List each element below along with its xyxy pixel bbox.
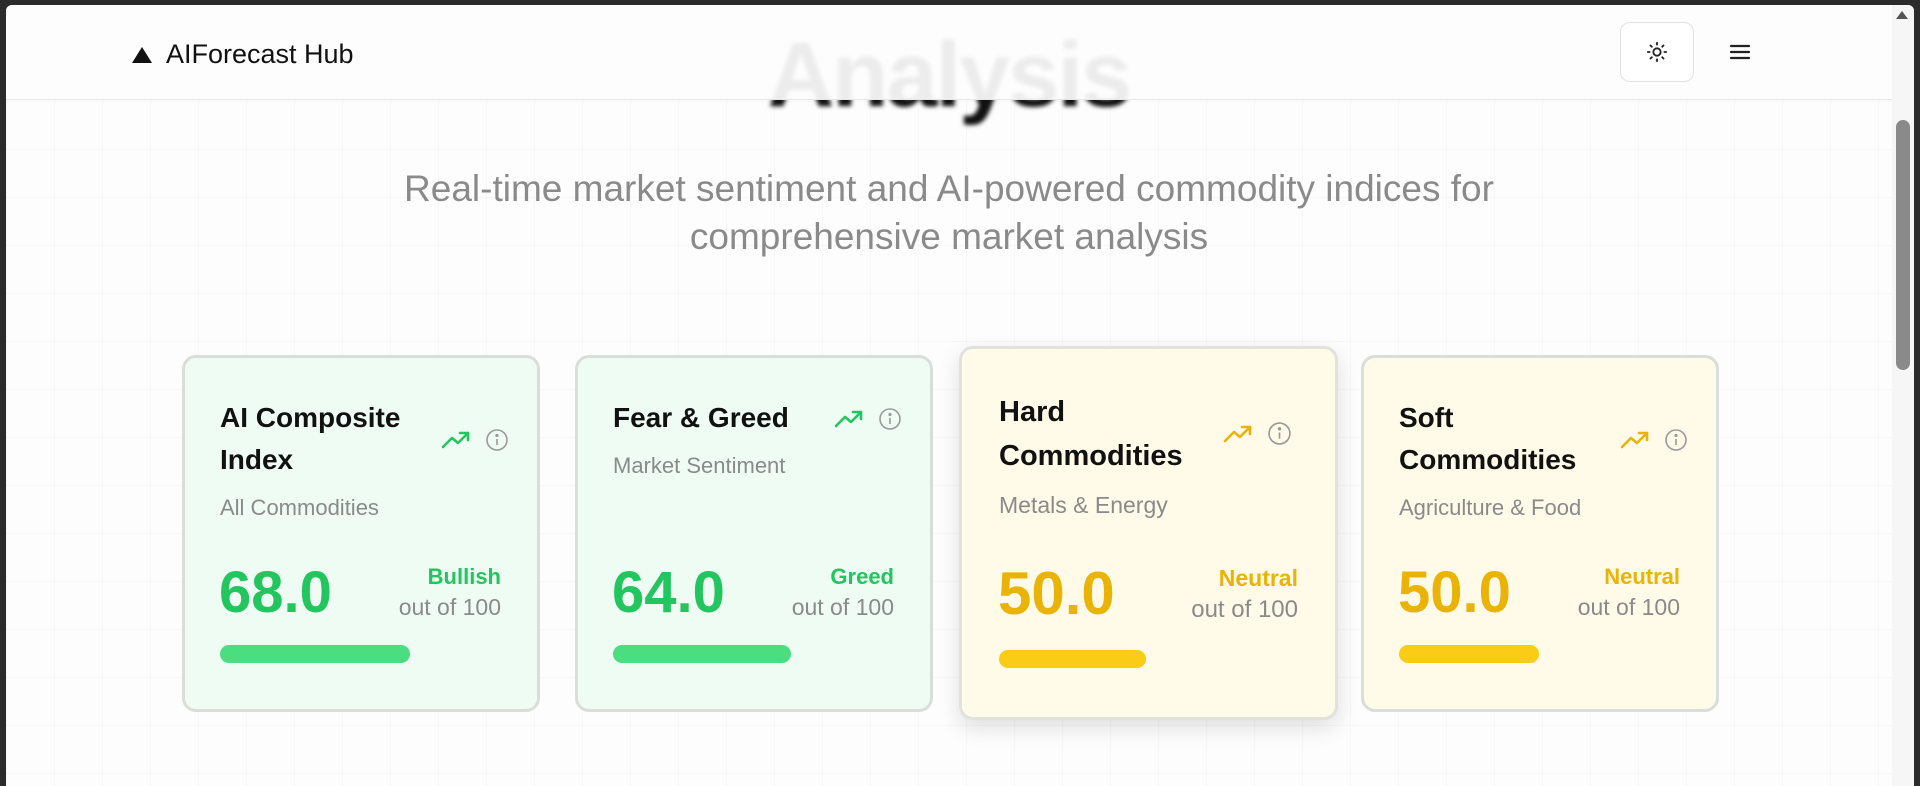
trending-up-icon — [1620, 431, 1649, 449]
progress-bar — [999, 650, 1146, 668]
sun-icon — [1646, 41, 1668, 63]
card-icons — [834, 407, 902, 431]
ai-composite-index-card[interactable]: AI Composite Index All Commodities 68.0 … — [182, 355, 540, 712]
index-value: 68.0 — [219, 560, 332, 625]
progress-bar — [220, 645, 410, 663]
trending-up-icon — [834, 410, 863, 428]
triangle-logo-icon — [132, 46, 152, 63]
hard-commodities-card[interactable]: Hard Commodities Metals & Energy 50.0 Ne… — [959, 346, 1338, 720]
subtitle-line-1: Real-time market sentiment and AI-powere… — [404, 168, 1494, 209]
out-of-label: out of 100 — [1577, 594, 1680, 620]
scrollbar-thumb[interactable] — [1896, 120, 1910, 370]
progress-bar — [1399, 645, 1539, 663]
card-icons — [441, 428, 509, 452]
trending-up-icon — [1223, 425, 1252, 442]
status-label: Neutral — [1218, 565, 1298, 591]
card-title: Hard Commodities — [999, 396, 1183, 472]
info-icon[interactable] — [1664, 428, 1688, 452]
status-label: Neutral — [1604, 564, 1680, 589]
card-subtitle: Agriculture & Food — [1399, 495, 1582, 520]
card-title: AI Composite Index — [220, 402, 401, 475]
card-subtitle: Metals & Energy — [999, 492, 1168, 518]
index-value: 64.0 — [612, 560, 725, 625]
card-subtitle: All Commodities — [220, 495, 379, 520]
menu-icon — [1729, 44, 1751, 60]
card-title: Soft Commodities — [1399, 402, 1577, 475]
index-value: 50.0 — [998, 560, 1115, 627]
card-title: Fear & Greed — [613, 402, 789, 433]
index-value: 50.0 — [1398, 560, 1511, 625]
info-icon[interactable] — [878, 407, 902, 431]
fear-greed-card[interactable]: Fear & Greed Market Sentiment 64.0 Greed… — [575, 355, 933, 712]
brand-link[interactable]: AIForecast Hub — [132, 39, 354, 70]
subtitle-line-2: comprehensive market analysis — [689, 216, 1209, 257]
soft-commodities-card[interactable]: Soft Commodities Agriculture & Food 50.0… — [1361, 355, 1719, 712]
info-icon[interactable] — [1267, 421, 1292, 446]
top-nav: AIForecast Hub — [6, 5, 1892, 100]
menu-button[interactable] — [1720, 32, 1760, 72]
scrollbar[interactable] — [1892, 5, 1914, 786]
scroll-up-arrow-icon[interactable] — [1896, 11, 1908, 19]
browser-window: Analysis AIForecast Hub — [6, 5, 1914, 786]
out-of-label: out of 100 — [398, 594, 501, 620]
status-label: Greed — [830, 564, 894, 589]
card-subtitle: Market Sentiment — [613, 453, 786, 478]
theme-toggle-button[interactable] — [1620, 22, 1694, 82]
progress-bar — [613, 645, 791, 663]
out-of-label: out of 100 — [1191, 596, 1298, 623]
page-subtitle: Real-time market sentiment and AI-powere… — [6, 165, 1892, 261]
out-of-label: out of 100 — [791, 594, 894, 620]
card-icons — [1223, 421, 1292, 446]
status-label: Bullish — [427, 564, 501, 589]
brand-name: AIForecast Hub — [166, 39, 354, 69]
trending-up-icon — [441, 431, 470, 449]
info-icon[interactable] — [485, 428, 509, 452]
card-icons — [1620, 428, 1688, 452]
